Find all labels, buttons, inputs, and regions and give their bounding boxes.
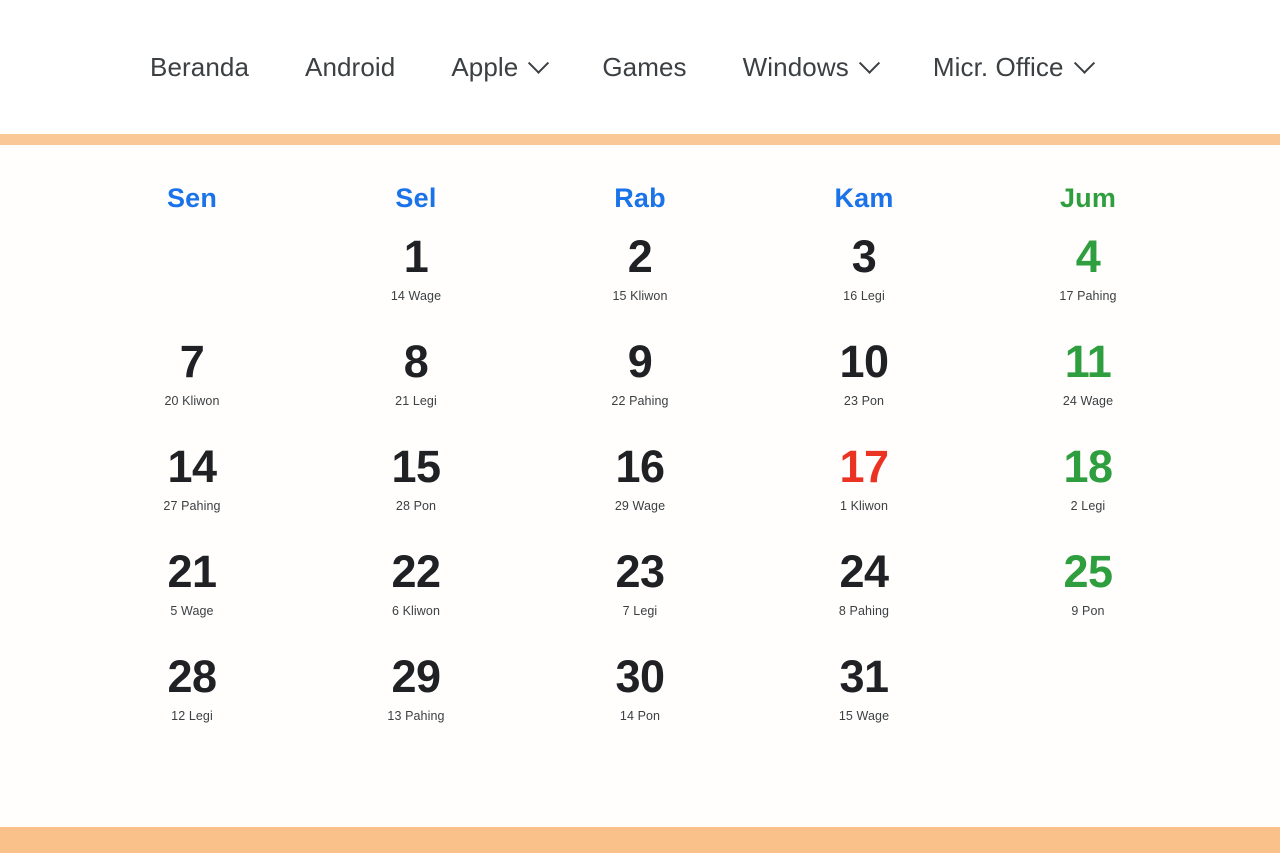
chevron-down-icon[interactable] — [1073, 52, 1095, 74]
nav-item-label: Apple — [451, 51, 519, 82]
calendar-cell[interactable]: 29 13 Pahing — [304, 642, 528, 747]
day-number: 7 — [179, 336, 205, 387]
divider-top-orange — [0, 134, 1280, 145]
calendar-cell[interactable]: 9 22 Pahing — [528, 327, 752, 432]
calendar-container: Sen Sel Rab Kam Jum 1 14 Wage 2 15 Kliwon 3 16 Leg… — [0, 145, 1280, 853]
day-number: 31 — [839, 651, 889, 702]
nav-item-games[interactable]: Games — [602, 52, 686, 83]
day-number: 29 — [391, 651, 441, 702]
pasaran-label: 24 Wage — [1062, 393, 1114, 408]
calendar-cell-empty — [976, 642, 1200, 747]
pasaran-label: 28 Pon — [395, 498, 437, 513]
calendar-cell[interactable]: 7 20 Kliwon — [80, 327, 304, 432]
calendar-cell[interactable]: 14 27 Pahing — [80, 432, 304, 537]
calendar-cell[interactable]: 10 23 Pon — [752, 327, 976, 432]
day-header-jum: Jum — [1059, 183, 1117, 213]
day-number: 10 — [839, 336, 889, 387]
calendar-cell[interactable]: 31 15 Wage — [752, 642, 976, 747]
pasaran-label: 23 Pon — [843, 393, 885, 408]
pasaran-label: 13 Pahing — [387, 708, 445, 723]
pasaran-label: 8 Pahing — [838, 603, 890, 618]
day-header-kam: Kam — [834, 183, 894, 213]
day-header-rab: Rab — [614, 183, 666, 213]
pasaran-label: 17 Pahing — [1059, 288, 1117, 303]
day-number: 16 — [615, 441, 665, 492]
calendar-cell[interactable]: 4 17 Pahing — [976, 222, 1200, 327]
main-navigation: Beranda Android Apple Games Windows Micr. Off… — [0, 0, 1280, 134]
pasaran-label: 15 Kliwon — [612, 288, 668, 303]
nav-item-label: Beranda — [150, 51, 249, 82]
calendar-cell[interactable]: 22 6 Kliwon — [304, 537, 528, 642]
nav-item-apple[interactable]: Apple — [451, 51, 550, 83]
day-number: 30 — [615, 651, 665, 702]
day-header-sen: Sen — [166, 183, 218, 213]
calendar-cell[interactable]: 23 7 Legi — [528, 537, 752, 642]
nav-item-android[interactable]: Android — [305, 52, 395, 83]
pasaran-label: 9 Pon — [1071, 603, 1105, 618]
day-number: 21 — [167, 546, 217, 597]
calendar-cell[interactable]: 25 9 Pon — [976, 537, 1200, 642]
pasaran-label: 1 Kliwon — [839, 498, 889, 513]
day-number: 28 — [167, 651, 217, 702]
calendar-cell[interactable]: 3 16 Legi — [752, 222, 976, 327]
calendar-cell[interactable]: 2 15 Kliwon — [528, 222, 752, 327]
day-number: 23 — [615, 546, 665, 597]
day-number: 4 — [1075, 231, 1101, 282]
nav-item-label: Games — [602, 51, 687, 82]
pasaran-label: 12 Legi — [171, 708, 213, 723]
pasaran-label: 15 Wage — [838, 708, 890, 723]
pasaran-label: 22 Pahing — [611, 393, 669, 408]
pasaran-label: 21 Legi — [395, 393, 437, 408]
day-number: 24 — [839, 546, 889, 597]
day-number: 8 — [403, 336, 429, 387]
pasaran-label: 14 Wage — [390, 288, 442, 303]
pasaran-label: 16 Legi — [843, 288, 885, 303]
calendar-cell[interactable]: 24 8 Pahing — [752, 537, 976, 642]
pasaran-label: 2 Legi — [1070, 498, 1106, 513]
calendar-cell[interactable]: 1 14 Wage — [304, 222, 528, 327]
calendar-cell[interactable]: 8 21 Legi — [304, 327, 528, 432]
pasaran-label: 20 Kliwon — [164, 393, 220, 408]
nav-item-beranda[interactable]: Beranda — [150, 52, 249, 83]
divider-bottom-orange — [0, 827, 1280, 853]
day-number: 25 — [1063, 546, 1113, 597]
day-number: 17 — [839, 441, 889, 492]
day-number: 18 — [1063, 441, 1113, 492]
nav-item-label: Windows — [742, 51, 849, 82]
calendar-cell[interactable]: 18 2 Legi — [976, 432, 1200, 537]
chevron-down-icon[interactable] — [528, 52, 550, 74]
pasaran-label: 5 Wage — [170, 603, 214, 618]
calendar-cell[interactable]: 16 29 Wage — [528, 432, 752, 537]
chevron-down-icon[interactable] — [858, 52, 880, 74]
calendar-cell[interactable]: 17 1 Kliwon — [752, 432, 976, 537]
day-header-sel: Sel — [395, 183, 437, 213]
day-number: 22 — [391, 546, 441, 597]
nav-item-windows[interactable]: Windows — [742, 51, 880, 83]
pasaran-label: 27 Pahing — [163, 498, 221, 513]
day-number: 9 — [627, 336, 653, 387]
day-number: 14 — [167, 441, 217, 492]
calendar-cell-empty — [80, 222, 304, 327]
pasaran-label: 14 Pon — [619, 708, 661, 723]
calendar-grid: Sen Sel Rab Kam Jum 1 14 Wage 2 15 Kliwon 3 16 Leg… — [80, 145, 1200, 747]
pasaran-label: 7 Legi — [622, 603, 658, 618]
calendar-cell[interactable]: 15 28 Pon — [304, 432, 528, 537]
day-number: 15 — [391, 441, 441, 492]
day-number: 2 — [627, 231, 653, 282]
day-number: 11 — [1064, 336, 1112, 387]
nav-item-label: Micr. Office — [932, 51, 1064, 82]
calendar-cell[interactable]: 11 24 Wage — [976, 327, 1200, 432]
nav-item-label: Android — [305, 51, 396, 82]
pasaran-label: 29 Wage — [614, 498, 666, 513]
calendar-cell[interactable]: 21 5 Wage — [80, 537, 304, 642]
nav-item-micr-office[interactable]: Micr. Office — [932, 51, 1095, 83]
page-root: Beranda Android Apple Games Windows Micr. Off… — [0, 0, 1280, 853]
day-number: 3 — [851, 231, 877, 282]
calendar-cell[interactable]: 30 14 Pon — [528, 642, 752, 747]
calendar-cell[interactable]: 28 12 Legi — [80, 642, 304, 747]
day-number: 1 — [403, 231, 429, 282]
pasaran-label: 6 Kliwon — [391, 603, 441, 618]
